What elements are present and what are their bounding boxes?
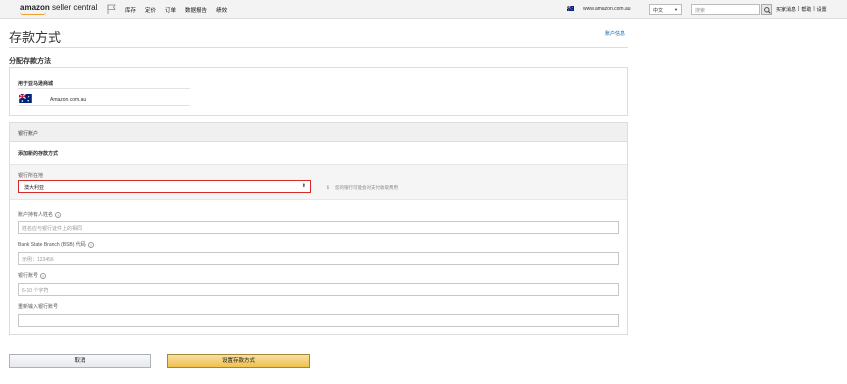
bank-account-panel: 银行账户 添加新的存款方式 银行所在地 澳大利亚 ⬍ ℹ 您的银行可能会对支付收取… — [9, 122, 628, 335]
nav-item-reports[interactable]: 数据报告 — [185, 6, 207, 14]
link-separator: | — [813, 6, 815, 12]
divider — [18, 105, 190, 106]
cancel-button[interactable]: 取消 — [9, 354, 151, 368]
page-title: 存款方式 — [9, 30, 62, 45]
account-number-label: 银行账号? — [18, 272, 47, 279]
add-deposit-method-heading: 添加新的存款方式 — [18, 151, 59, 157]
nav-item-performance[interactable]: 绩效 — [216, 6, 227, 14]
account-holder-input[interactable]: 姓名应与银行证件上的相同 — [18, 221, 619, 234]
amazon-smile-icon — [20, 12, 46, 15]
buyer-messages-link[interactable]: 买家消息 — [776, 6, 796, 13]
seller-central-logo[interactable]: amazon seller central — [20, 3, 97, 12]
account-number-input[interactable]: 6-10 个字符 — [18, 283, 619, 296]
account-info-link[interactable]: 账户信息 — [605, 30, 625, 37]
marketplace-label: 用于亚马逊商城 — [18, 81, 54, 87]
set-deposit-method-button[interactable]: 设置存款方式 — [167, 354, 310, 368]
nav-item-inventory[interactable]: 库存 — [125, 6, 136, 14]
bank-location-select[interactable]: 澳大利亚 ⬍ — [18, 180, 311, 193]
marketplace-name: Amazon.com.au — [50, 97, 87, 103]
bsb-code-input[interactable]: 示例：123456 — [18, 252, 619, 265]
help-icon[interactable]: ? — [40, 272, 47, 279]
info-icon: ℹ — [327, 185, 329, 191]
help-link[interactable]: 帮助 — [801, 6, 811, 13]
help-icon[interactable]: ? — [55, 211, 62, 218]
nav-item-orders[interactable]: 订单 — [165, 6, 176, 14]
bank-location-label: 银行所在地 — [18, 173, 44, 179]
top-links: 买家消息 | 帮助 | 设置 — [776, 6, 827, 13]
section-heading: 分配存款方法 — [9, 58, 51, 65]
search-icon — [763, 6, 771, 14]
divider — [18, 88, 190, 89]
fee-info-text: 您的银行可能会对支付收取费用 — [335, 185, 398, 190]
marketplace-panel: 用于亚马逊商城 Amazon.com.au — [9, 67, 628, 116]
marketplace-switcher[interactable]: www.amazon.com.au — [583, 6, 631, 12]
nav-item-pricing[interactable]: 定价 — [145, 6, 156, 14]
bank-location-section: 银行所在地 澳大利亚 ⬍ ℹ 您的银行可能会对支付收取费用 — [10, 164, 627, 200]
language-select[interactable]: 中文 ▼ — [649, 4, 682, 15]
main-nav: 库存 定价 订单 数据报告 绩效 — [125, 6, 227, 14]
confirm-account-number-label: 重新输入银行账号 — [18, 304, 59, 310]
chevron-updown-icon: ⬍ — [301, 183, 306, 189]
chevron-down-icon: ▼ — [674, 7, 678, 12]
link-separator: | — [798, 6, 800, 12]
search-button[interactable] — [761, 4, 772, 15]
bsb-code-label: Bank State Branch (BSB) 代码? — [18, 241, 94, 248]
settings-link[interactable]: 设置 — [817, 6, 827, 13]
bank-account-header: 银行账户 — [10, 123, 627, 142]
australia-flag-icon — [19, 94, 32, 103]
divider — [9, 47, 628, 48]
flag-icon[interactable] — [107, 4, 116, 14]
australia-flag-icon — [567, 6, 574, 11]
top-navigation-bar: amazon seller central 库存 定价 订单 数据报告 绩效 w… — [0, 0, 847, 19]
account-holder-label: 账户持有人姓名? — [18, 211, 62, 218]
help-icon[interactable]: ? — [87, 241, 94, 248]
confirm-account-number-input[interactable] — [18, 314, 619, 327]
search-input[interactable]: 搜索 — [691, 4, 760, 15]
